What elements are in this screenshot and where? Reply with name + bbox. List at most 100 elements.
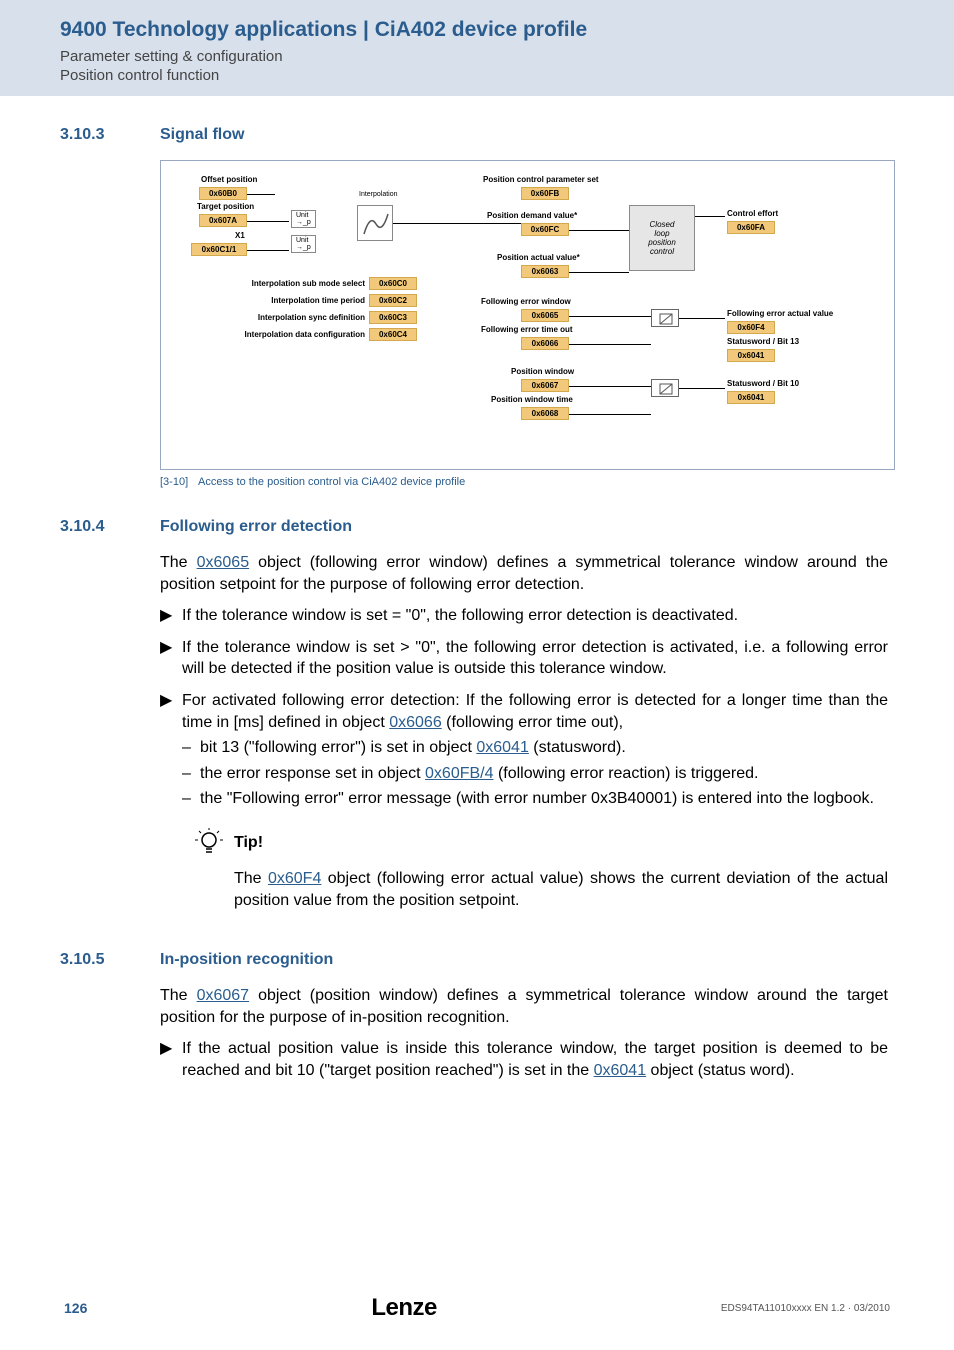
bullet-3: ▶ For activated following error detectio… (160, 690, 888, 733)
bullet-mark: ▶ (160, 690, 182, 733)
unit-p-box-1: Unit→_p (291, 210, 316, 228)
text-frag: object (following error actual value) sh… (234, 870, 888, 909)
text-frag: The (160, 987, 197, 1004)
closed-loop-box: Closedlooppositioncontrol (629, 205, 695, 271)
diagram-wrapper: Offset position 0x60B0 Target position 0… (160, 160, 888, 488)
section-3-10-4-heading: 3.10.4 Following error detection (60, 518, 888, 536)
dash-text: the error response set in object 0x60FB/… (200, 763, 759, 785)
label-idc: Interpolation data configuration (205, 330, 365, 339)
section-title: In-position recognition (160, 951, 333, 969)
dash-text: bit 13 ("following error") is set in obj… (200, 737, 626, 759)
tip-body: The 0x60F4 object (following error actua… (234, 868, 888, 911)
bullet-text: For activated following error detection:… (182, 690, 888, 733)
code-6041a: 0x6041 (727, 349, 775, 362)
text-frag: object (status word). (646, 1062, 795, 1079)
text-frag: (following error reaction) is triggered. (494, 765, 759, 782)
link-0x6041[interactable]: 0x6041 (476, 739, 529, 756)
signal-flow-diagram: Offset position 0x60B0 Target position 0… (160, 160, 895, 470)
lightbulb-icon (194, 828, 224, 858)
code-60c2: 0x60C2 (369, 294, 417, 307)
section-3-10-5-heading: 3.10.5 In-position recognition (60, 951, 888, 969)
link-0x6065[interactable]: 0x6065 (197, 554, 250, 571)
label-pav: Position actual value* (497, 253, 580, 262)
label-interpolation: Interpolation (359, 191, 398, 198)
code-60fa: 0x60FA (727, 221, 775, 234)
label-sw13: Statusword / Bit 13 (727, 337, 799, 346)
doc-sub2: Position control function (60, 67, 894, 84)
code-6063: 0x6063 (521, 265, 569, 278)
code-60fc: 0x60FC (521, 223, 569, 236)
bullet-mark: ▶ (160, 637, 182, 680)
code-60f4: 0x60F4 (727, 321, 775, 334)
text-frag: object (position window) defines a symme… (160, 987, 888, 1026)
text-frag: The (234, 870, 268, 887)
label-offset-position: Offset position (201, 175, 257, 184)
label-control-effort: Control effort (727, 209, 778, 218)
doc-code: EDS94TA11010xxxx EN 1.2 · 03/2010 (721, 1303, 890, 1314)
text-frag: (following error time out), (442, 714, 623, 731)
link-0x6067[interactable]: 0x6067 (197, 987, 250, 1004)
link-0x6066[interactable]: 0x6066 (389, 714, 442, 731)
section-num: 3.10.3 (60, 126, 160, 144)
comparator-1 (651, 309, 679, 327)
doc-title: 9400 Technology applications | CiA402 de… (60, 18, 894, 42)
label-feto: Following error time out (481, 325, 573, 334)
tip-head: Tip! (194, 828, 888, 858)
figure-caption: [3-10] Access to the position control vi… (160, 476, 888, 488)
section-title: Signal flow (160, 126, 244, 144)
code-60b0: 0x60B0 (199, 187, 247, 200)
dash-1: – bit 13 ("following error") is set in o… (182, 737, 888, 759)
code-6041b: 0x6041 (727, 391, 775, 404)
text-frag: bit 13 ("following error") is set in obj… (200, 739, 476, 756)
label-few: Following error window (481, 297, 571, 306)
bullet-text: If the tolerance window is set > "0", th… (182, 637, 888, 680)
label-pw: Position window (511, 367, 574, 376)
code-6067: 0x6067 (521, 379, 569, 392)
bullet-2: ▶ If the tolerance window is set > "0", … (160, 637, 888, 680)
closed-loop-text: Closedlooppositioncontrol (648, 220, 676, 256)
label-isms: Interpolation sub mode select (205, 279, 365, 288)
label-pcps: Position control parameter set (483, 175, 599, 184)
section-title: Following error detection (160, 518, 352, 536)
section-num: 3.10.4 (60, 518, 160, 536)
caption-text: Access to the position control via CiA40… (198, 476, 465, 488)
tip-label: Tip! (234, 834, 263, 852)
header-bar: 9400 Technology applications | CiA402 de… (0, 0, 954, 96)
section-num: 3.10.5 (60, 951, 160, 969)
section-3-10-3-heading: 3.10.3 Signal flow (60, 126, 888, 144)
label-pdv: Position demand value* (487, 211, 577, 220)
page-number: 126 (64, 1300, 87, 1316)
para-3-10-4-1: The 0x6065 object (following error windo… (160, 552, 888, 595)
lenze-logo: Lenze (371, 1294, 437, 1322)
text-frag: object (following error window) defines … (160, 554, 888, 593)
bullet-text: If the actual position value is inside t… (182, 1038, 888, 1081)
interpolation-box (357, 205, 393, 241)
text-frag: (statusword). (529, 739, 626, 756)
code-60c4: 0x60C4 (369, 328, 417, 341)
caption-num: [3-10] (160, 476, 198, 488)
label-target-position: Target position (197, 202, 254, 211)
code-60fb: 0x60FB (521, 187, 569, 200)
link-0x60fb-4[interactable]: 0x60FB/4 (425, 765, 493, 782)
dash-mark: – (182, 737, 200, 759)
bullet-mark: ▶ (160, 1038, 182, 1081)
label-sw10: Statusword / Bit 10 (727, 379, 799, 388)
code-6066: 0x6066 (521, 337, 569, 350)
dash-2: – the error response set in object 0x60F… (182, 763, 888, 785)
code-60c1-1: 0x60C1/1 (191, 243, 247, 256)
bullet-text: If the tolerance window is set = "0", th… (182, 605, 738, 627)
dash-3: – the "Following error" error message (w… (182, 788, 888, 810)
bullet-mark: ▶ (160, 605, 182, 627)
code-6065: 0x6065 (521, 309, 569, 322)
link-0x6041b[interactable]: 0x6041 (594, 1062, 647, 1079)
content-area: 3.10.3 Signal flow Offset position 0x60B… (0, 126, 954, 1082)
link-0x60f4[interactable]: 0x60F4 (268, 870, 321, 887)
text-frag: The (160, 554, 197, 571)
dash-text: the "Following error" error message (wit… (200, 788, 874, 810)
para-3-10-5-1: The 0x6067 object (position window) defi… (160, 985, 888, 1028)
comparator-2 (651, 379, 679, 397)
label-pwt: Position window time (491, 395, 573, 404)
code-60c3: 0x60C3 (369, 311, 417, 324)
dash-mark: – (182, 763, 200, 785)
label-itp: Interpolation time period (205, 296, 365, 305)
